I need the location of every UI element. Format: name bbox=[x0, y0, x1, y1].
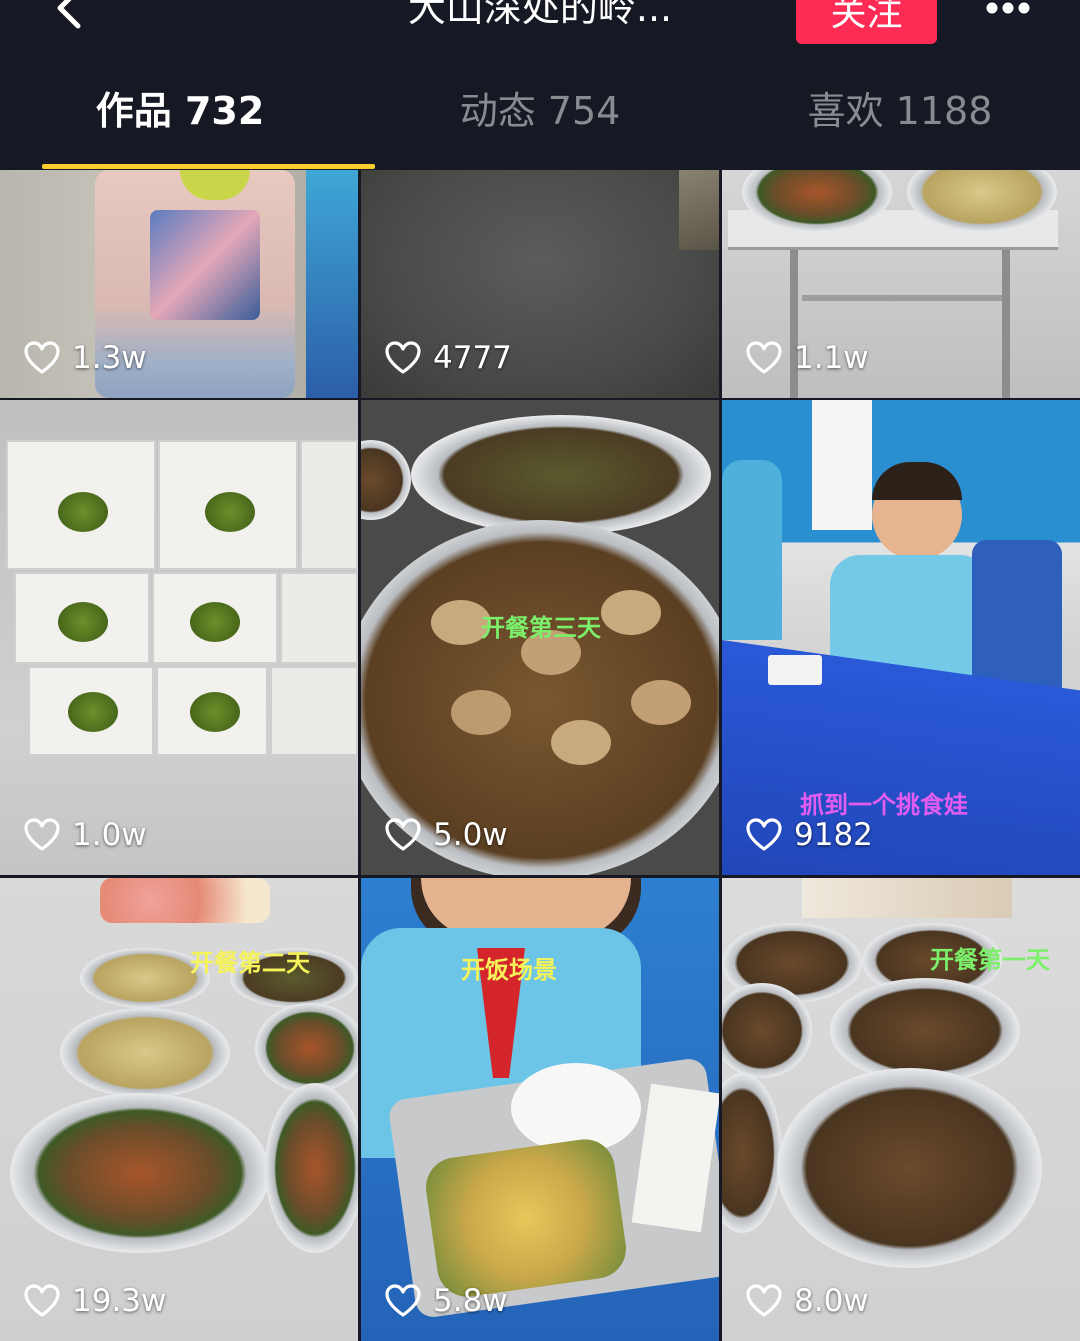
video-thumbnail bbox=[361, 878, 719, 1341]
like-count-text: 1.3w bbox=[72, 340, 147, 376]
video-grid: 1.3w 4777 1.1w 1.0w 开餐第三天 5.0w 抓到一个挑食娃 9… bbox=[0, 170, 1080, 1341]
video-overlay-caption: 开餐第二天 bbox=[190, 949, 310, 977]
like-count: 1.1w bbox=[746, 340, 869, 376]
like-count: 9182 bbox=[746, 817, 873, 853]
video-thumbnail bbox=[0, 400, 358, 875]
video-overlay-caption: 抓到一个挑食娃 bbox=[800, 791, 968, 819]
like-count-text: 1.0w bbox=[72, 817, 147, 853]
video-tile[interactable]: 开餐第一天 8.0w bbox=[722, 878, 1080, 1341]
heart-icon bbox=[385, 818, 421, 851]
heart-icon bbox=[24, 818, 60, 851]
like-count-text: 8.0w bbox=[794, 1283, 869, 1319]
chevron-left-icon bbox=[57, 0, 81, 29]
video-overlay-caption: 开饭场景 bbox=[461, 956, 557, 984]
back-button[interactable] bbox=[44, 0, 96, 36]
profile-title: 大山深处的岭... bbox=[407, 0, 673, 30]
like-count-text: 5.8w bbox=[433, 1283, 508, 1319]
tab-likes[interactable]: 喜欢 1188 bbox=[720, 56, 1080, 168]
video-tile[interactable]: 1.1w bbox=[722, 170, 1080, 398]
like-count: 1.0w bbox=[24, 817, 147, 853]
video-tile[interactable]: 开餐第二天 19.3w bbox=[0, 878, 358, 1341]
video-overlay-caption: 开餐第一天 bbox=[930, 946, 1050, 974]
more-button[interactable] bbox=[978, 0, 1038, 26]
video-tile[interactable]: 抓到一个挑食娃 9182 bbox=[722, 400, 1080, 875]
like-count-text: 19.3w bbox=[72, 1283, 167, 1319]
heart-icon bbox=[746, 341, 782, 374]
like-count-text: 4777 bbox=[433, 340, 512, 376]
like-count: 4777 bbox=[385, 340, 512, 376]
like-count: 8.0w bbox=[746, 1283, 869, 1319]
video-tile[interactable]: 1.3w bbox=[0, 170, 358, 398]
heart-icon bbox=[746, 818, 782, 851]
profile-tabs: 作品 732 动态 754 喜欢 1188 bbox=[0, 56, 1080, 168]
video-overlay-caption: 开餐第三天 bbox=[481, 614, 601, 642]
like-count-text: 1.1w bbox=[794, 340, 869, 376]
follow-button[interactable]: 关注 bbox=[796, 0, 937, 44]
video-tile[interactable]: 开饭场景 5.8w bbox=[361, 878, 719, 1341]
heart-icon bbox=[385, 341, 421, 374]
tab-activity[interactable]: 动态 754 bbox=[360, 56, 720, 168]
like-count-text: 9182 bbox=[794, 817, 873, 853]
like-count: 19.3w bbox=[24, 1283, 166, 1319]
like-count-text: 5.0w bbox=[433, 817, 508, 853]
video-tile[interactable]: 1.0w bbox=[0, 400, 358, 875]
like-count: 5.8w bbox=[385, 1283, 508, 1319]
heart-icon bbox=[385, 1284, 421, 1317]
heart-icon bbox=[24, 341, 60, 374]
heart-icon bbox=[24, 1284, 60, 1317]
top-bar: 大山深处的岭... 关注 bbox=[0, 0, 1080, 56]
like-count: 1.3w bbox=[24, 340, 147, 376]
video-tile[interactable]: 4777 bbox=[361, 170, 719, 398]
like-count: 5.0w bbox=[385, 817, 508, 853]
video-tile[interactable]: 开餐第三天 5.0w bbox=[361, 400, 719, 875]
heart-icon bbox=[746, 1284, 782, 1317]
active-tab-indicator bbox=[42, 164, 375, 169]
tab-works[interactable]: 作品 732 bbox=[0, 56, 360, 168]
more-dots-icon bbox=[986, 2, 1030, 14]
